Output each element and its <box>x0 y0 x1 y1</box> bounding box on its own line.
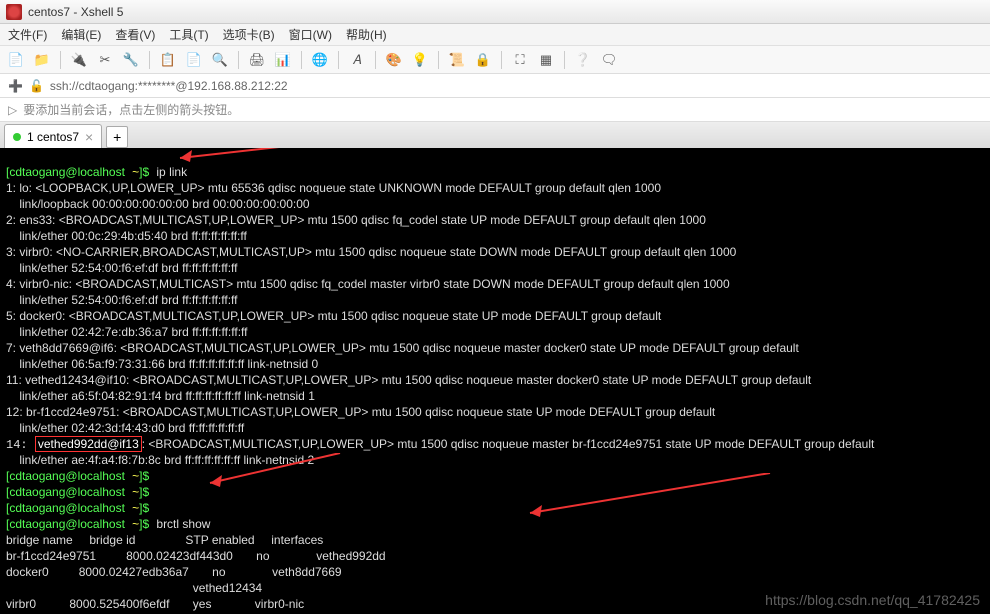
print-icon[interactable]: 🖨 <box>247 50 267 70</box>
find-icon[interactable]: 🔍 <box>210 50 230 70</box>
separator <box>564 51 565 69</box>
tab-label: 1 centos7 <box>27 130 79 144</box>
addressbar: ➕ 🔓 ssh://cdtaogang:********@192.168.88.… <box>0 74 990 98</box>
open-session-icon[interactable]: 📁 <box>32 50 52 70</box>
separator <box>501 51 502 69</box>
separator <box>60 51 61 69</box>
new-session-icon[interactable]: 📄 <box>6 50 26 70</box>
menubar: 文件(F) 编辑(E) 查看(V) 工具(T) 选项卡(B) 窗口(W) 帮助(… <box>0 24 990 46</box>
copy-icon[interactable]: 📋 <box>158 50 178 70</box>
paste-icon[interactable]: 📄 <box>184 50 204 70</box>
menu-edit[interactable]: 编辑(E) <box>61 26 101 43</box>
menu-help[interactable]: 帮助(H) <box>346 26 387 43</box>
arrow-right-icon[interactable]: ▷ <box>8 103 17 117</box>
separator <box>238 51 239 69</box>
highlight-icon[interactable]: 💡 <box>410 50 430 70</box>
menu-tab[interactable]: 选项卡(B) <box>223 26 275 43</box>
sync-icon[interactable]: 🗨 <box>599 50 619 70</box>
window-title: centos7 - Xshell 5 <box>28 5 123 19</box>
terminal[interactable]: [cdtaogang@localhost ~]$ ip link 1: lo: … <box>0 148 990 614</box>
help-icon[interactable]: ❔ <box>573 50 593 70</box>
app-logo-icon <box>6 4 22 20</box>
toolbar: 📄 📁 🔌 ✂ 🔧 📋 📄 🔍 🖨 📊 🌐 𝐴 🎨 💡 📜 🔒 ⛶ ▦ ❔ 🗨 <box>0 46 990 74</box>
globe-icon[interactable]: 🌐 <box>310 50 330 70</box>
lock-small-icon: 🔓 <box>29 79 44 93</box>
separator <box>301 51 302 69</box>
annotation-arrow-3 <box>520 473 780 523</box>
separator <box>338 51 339 69</box>
annotation-arrow-1 <box>170 148 370 168</box>
properties-icon[interactable]: 🔧 <box>121 50 141 70</box>
address-text[interactable]: ssh://cdtaogang:********@192.168.88.212:… <box>50 79 288 93</box>
color-icon[interactable]: 🎨 <box>384 50 404 70</box>
close-tab-icon[interactable]: × <box>85 129 93 145</box>
menu-tools[interactable]: 工具(T) <box>169 26 208 43</box>
disconnect-icon[interactable]: ✂ <box>95 50 115 70</box>
titlebar: centos7 - Xshell 5 <box>0 0 990 24</box>
tile-icon[interactable]: ▦ <box>536 50 556 70</box>
menu-file[interactable]: 文件(F) <box>8 26 47 43</box>
font-icon[interactable]: 𝐴 <box>347 50 367 70</box>
fullscreen-icon[interactable]: ⛶ <box>510 50 530 70</box>
transfer-icon[interactable]: 📊 <box>273 50 293 70</box>
separator <box>149 51 150 69</box>
tab-strip: 1 centos7 × + <box>0 122 990 148</box>
hint-text: 要添加当前会话，点击左侧的箭头按钮。 <box>23 101 239 118</box>
watermark: https://blog.csdn.net/qq_41782425 <box>765 593 980 608</box>
menu-view[interactable]: 查看(V) <box>115 26 155 43</box>
new-tab-button[interactable]: + <box>106 126 128 148</box>
reconnect-icon[interactable]: 🔌 <box>69 50 89 70</box>
bookmark-icon[interactable]: ➕ <box>8 79 23 93</box>
menu-window[interactable]: 窗口(W) <box>289 26 332 43</box>
hintbar: ▷ 要添加当前会话，点击左侧的箭头按钮。 <box>0 98 990 122</box>
highlighted-interface: vethed992dd@if13 <box>35 436 142 452</box>
script-icon[interactable]: 📜 <box>447 50 467 70</box>
separator <box>375 51 376 69</box>
status-dot-icon <box>13 133 21 141</box>
tab-centos7[interactable]: 1 centos7 × <box>4 124 102 148</box>
separator <box>438 51 439 69</box>
lock-icon[interactable]: 🔒 <box>473 50 493 70</box>
